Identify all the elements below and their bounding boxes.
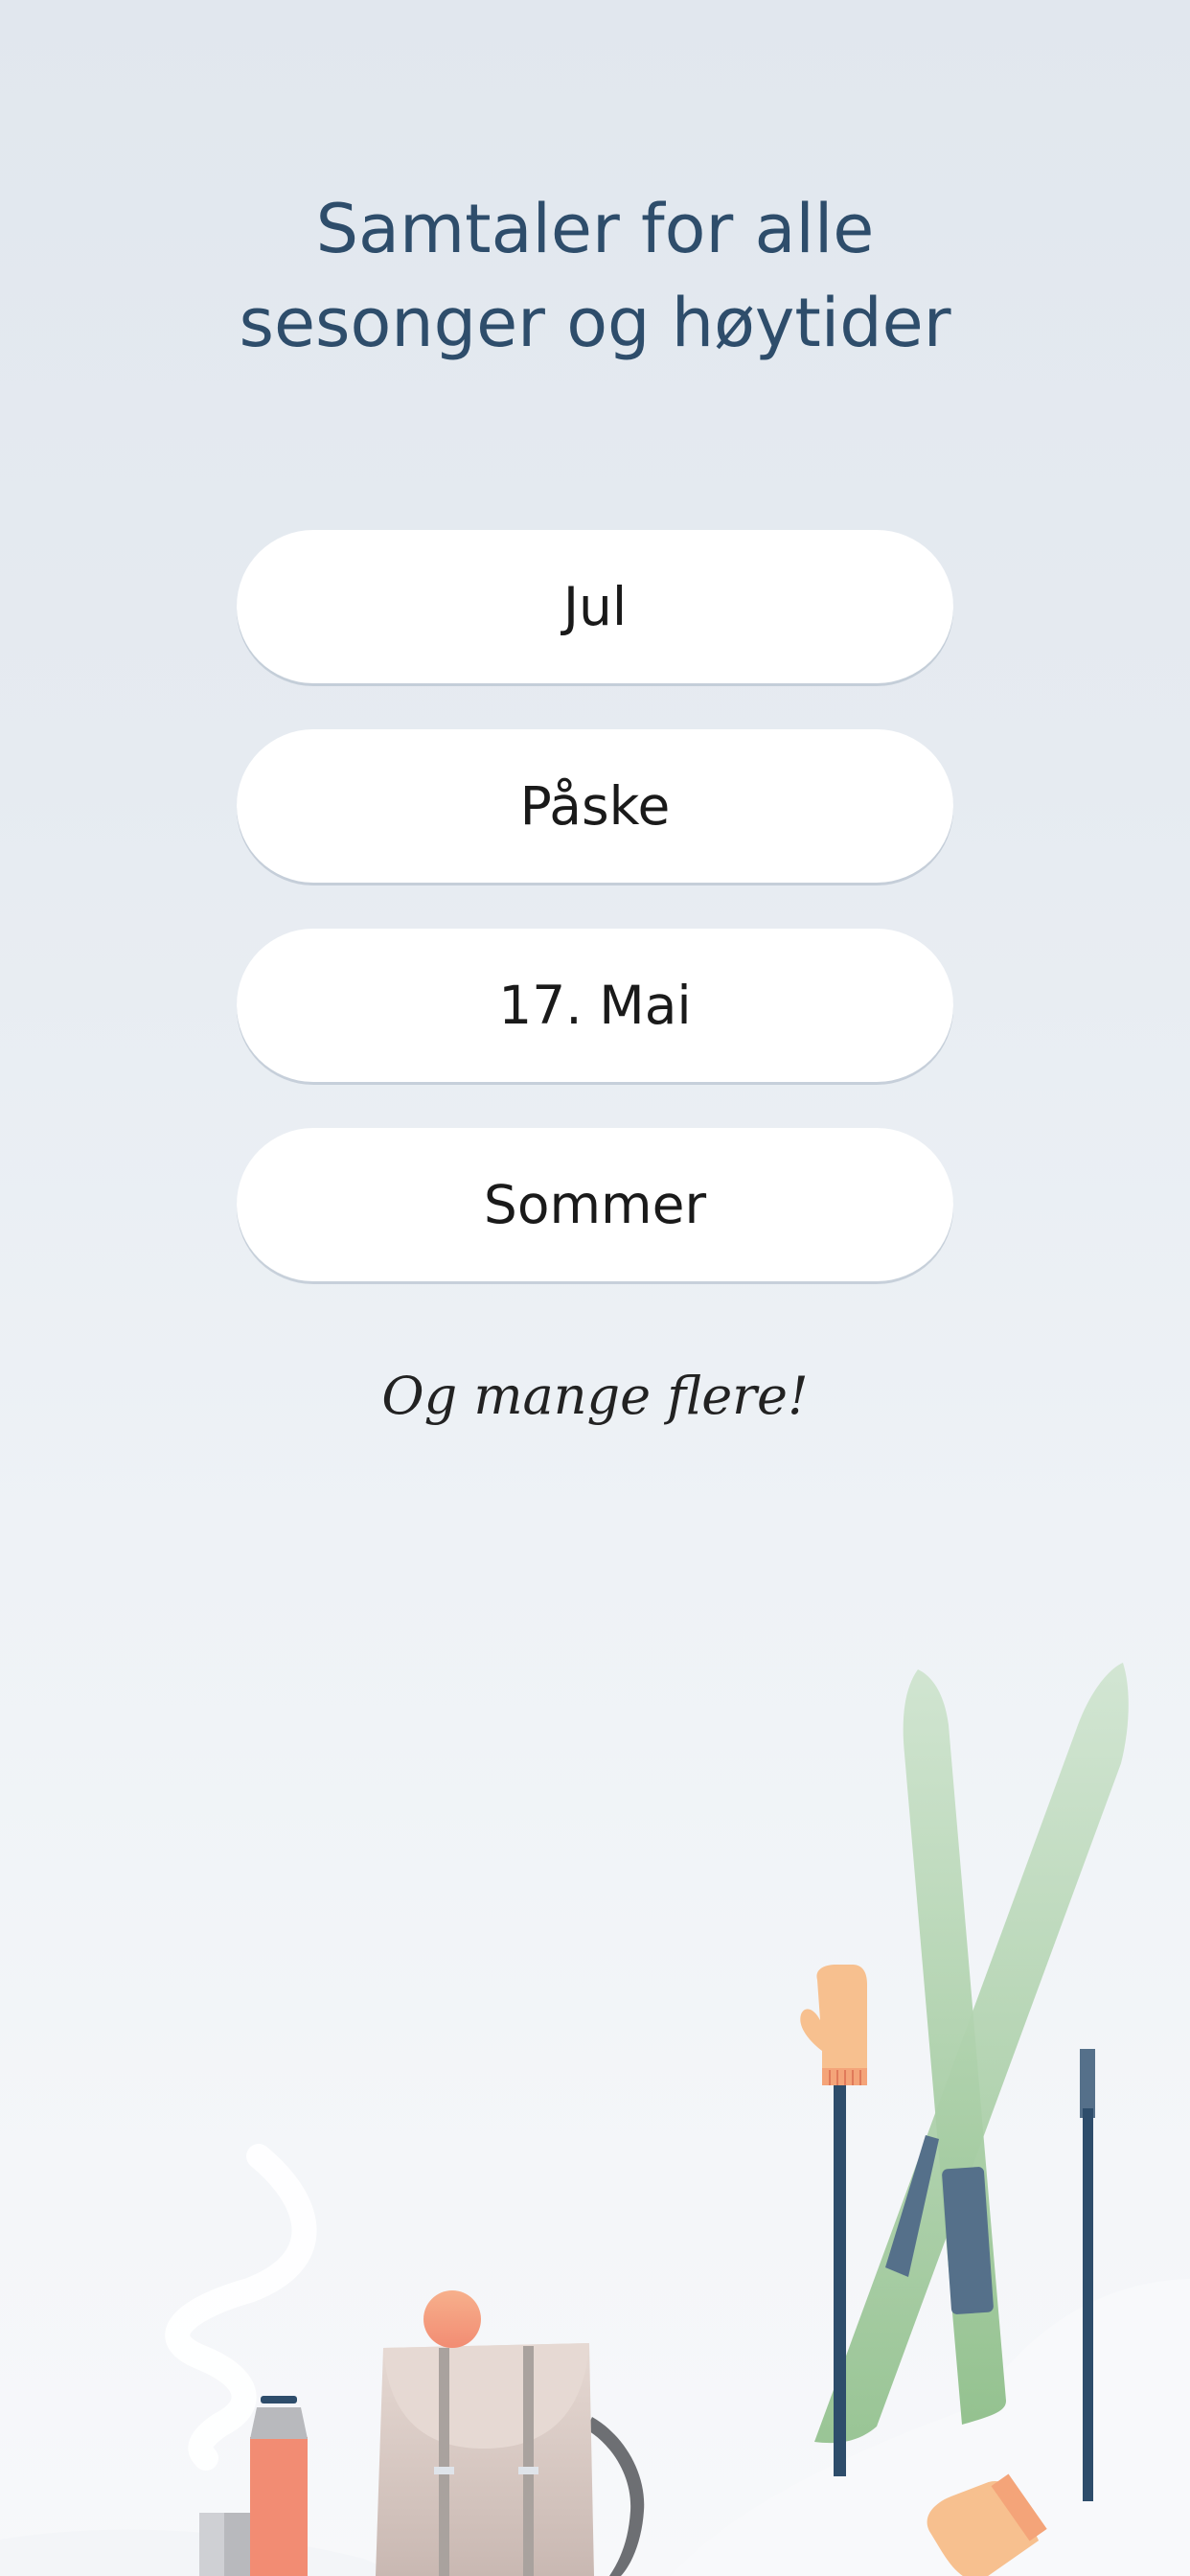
page-title-line-1: Samtaler for alle (315, 190, 875, 268)
page-title-line-2: sesonger og høytider (239, 284, 951, 362)
bobble-hat-icon (423, 2290, 481, 2348)
mitten-icon (800, 1965, 867, 2085)
option-button-17-mai[interactable]: 17. Mai (237, 929, 953, 1082)
option-button-paske[interactable]: Påske (237, 729, 953, 883)
backpack-icon (376, 2290, 645, 2576)
more-options-note: Og mange flere! (381, 1366, 809, 1426)
page-title: Samtaler for alle sesonger og høytider (0, 182, 1190, 370)
winter-illustration (0, 1663, 1190, 2576)
option-button-jul[interactable]: Jul (237, 530, 953, 683)
holiday-options-list: Jul Påske 17. Mai Sommer (237, 530, 953, 1327)
option-button-sommer[interactable]: Sommer (237, 1128, 953, 1281)
ski-pole-left-icon (834, 2082, 846, 2476)
